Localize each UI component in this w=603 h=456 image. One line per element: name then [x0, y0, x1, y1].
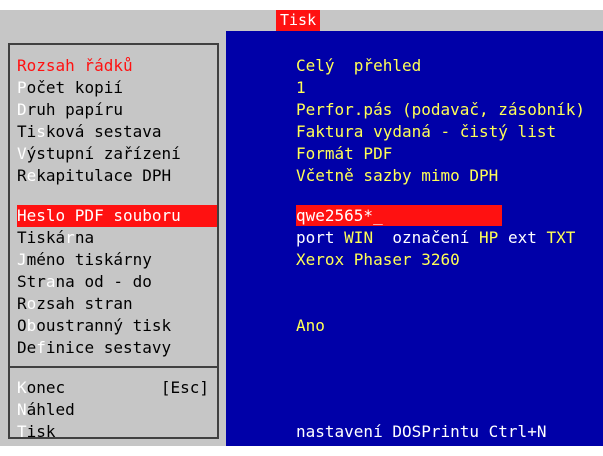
value-tiskarna: port WIN označení HP ext TXT: [296, 228, 576, 247]
window-title: Tisk: [276, 10, 321, 31]
menu-item-rozsah-stran[interactable]: Rozsah stran: [17, 293, 217, 315]
value-pocet-kopii: 1: [296, 78, 306, 97]
hotkey-letter: s: [36, 122, 46, 141]
hotkey-letter: T: [17, 422, 27, 441]
menu-divider: [8, 366, 219, 368]
hotkey-letter: J: [17, 250, 27, 269]
hotkey-letter: f: [36, 338, 46, 357]
text-cursor: _: [373, 206, 383, 225]
value-vystupni-zarizeni: Formát PDF: [296, 144, 393, 163]
menu-item-druh-papiru[interactable]: Druh papíru: [17, 99, 217, 121]
menu-item-jmeno-tiskarny[interactable]: Jméno tiskárny: [17, 249, 217, 271]
hotkey-letter: r: [65, 228, 75, 247]
menu-item-tiskova-sestava[interactable]: Tisková sestava: [17, 121, 217, 143]
menu-item-rekapitulace-dph[interactable]: Rekapitulace DPH: [17, 165, 217, 187]
value-oboustranny-tisk: Ano: [296, 316, 325, 335]
menu-command-konec[interactable]: Konec [Esc]: [17, 377, 217, 399]
hotkey-letter: P: [17, 78, 27, 97]
hotkey-letter: K: [17, 378, 27, 397]
menu-item-rozsah-radku[interactable]: Rozsah řádků: [17, 55, 217, 77]
value-rozsah-radku: Celý přehled: [296, 56, 422, 75]
hotkey-letter: e: [26, 166, 37, 185]
menu-item-pocet-kopii[interactable]: Počet kopií: [17, 77, 217, 99]
hotkey-letter: D: [17, 100, 27, 119]
hotkey-letter: N: [17, 400, 27, 419]
menu-item-oboustranny-tisk[interactable]: Oboustranný tisk: [17, 315, 217, 337]
menu-item-vystupni-zarizeni[interactable]: Výstupní zařízení: [17, 143, 217, 165]
menu-item-tiskarna[interactable]: Tiskárna: [17, 227, 217, 249]
hotkey-letter: o: [26, 294, 37, 313]
value-jmeno-tiskarny: Xerox Phaser 3260: [296, 250, 460, 269]
password-input[interactable]: qwe2565*_: [296, 205, 502, 226]
value-druh-papiru: Perfor.pás (podavač, zásobník): [296, 100, 585, 119]
title-bar: Tisk: [0, 10, 603, 31]
esc-shortcut: [Esc]: [160, 378, 209, 397]
menu-item-strana-od-do[interactable]: Strana od - do: [17, 271, 217, 293]
value-rekapitulace-dph: Včetně sazby mimo DPH: [296, 166, 499, 185]
menu-command-nahled[interactable]: Náhled: [17, 399, 217, 421]
menu-item-heslo-pdf-souboru[interactable]: Heslo PDF souboru: [17, 205, 217, 227]
menu-item-definice-sestavy[interactable]: Definice sestavy: [17, 337, 217, 359]
value-tiskova-sestava: Faktura vydaná - čistý list: [296, 122, 557, 141]
footer-hint: nastavení DOSPrintu Ctrl+N: [296, 422, 547, 441]
hotkey-letter: a: [45, 272, 56, 291]
menu-command-tisk[interactable]: Tisk: [17, 421, 217, 443]
hotkey-letter: V: [17, 144, 27, 163]
hotkey-letter: b: [26, 316, 37, 335]
